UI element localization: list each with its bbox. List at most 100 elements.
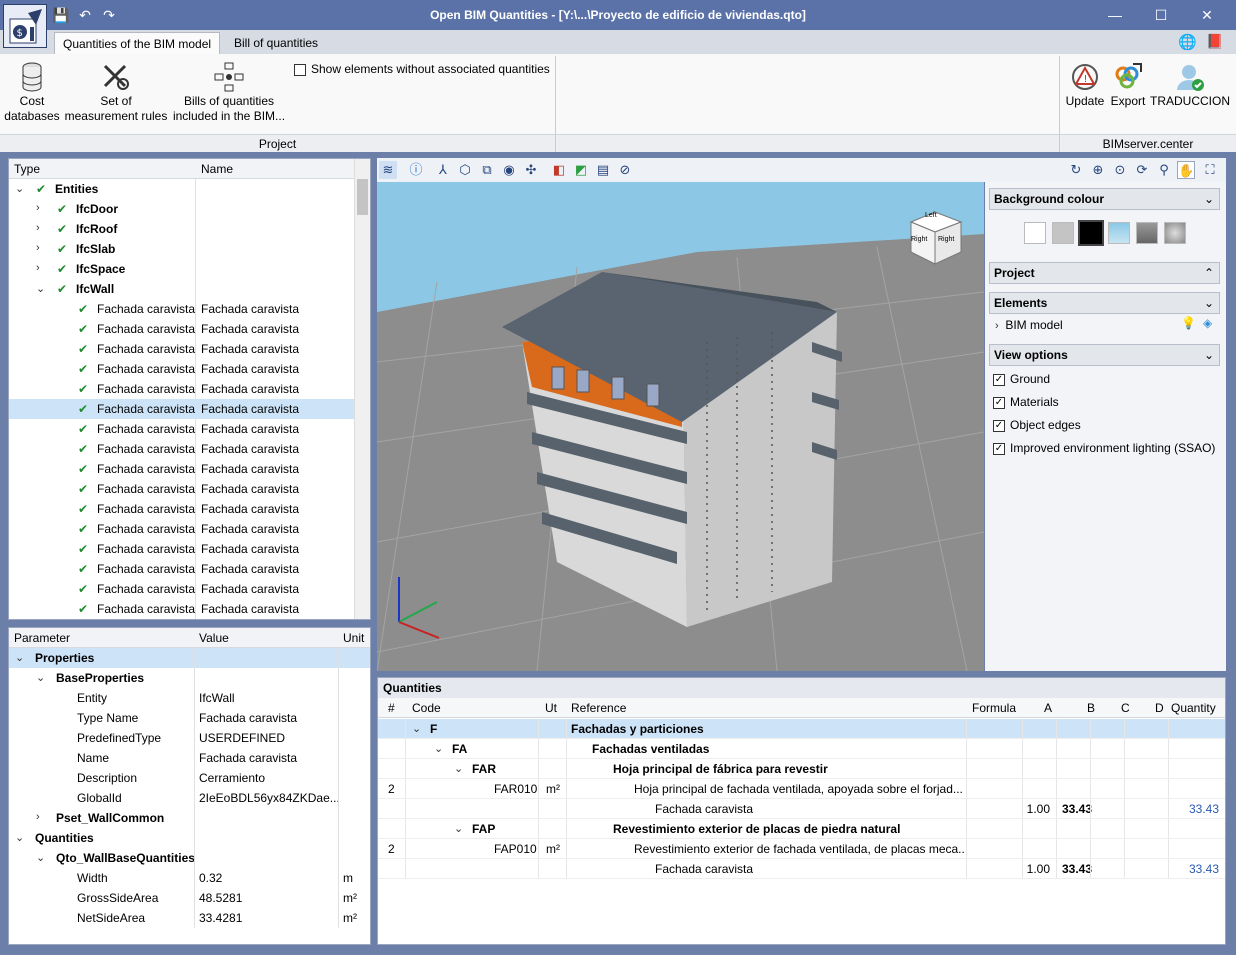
param-row[interactable]: Width 0.32 m bbox=[9, 868, 370, 888]
layers-icon[interactable]: ≋ bbox=[379, 161, 397, 179]
chevron-right-icon[interactable]: › bbox=[36, 262, 40, 274]
check-icon[interactable]: ✔ bbox=[78, 302, 88, 316]
check-icon[interactable]: ✔ bbox=[57, 242, 67, 256]
zoom-extents-icon[interactable]: ⊕ bbox=[1089, 161, 1107, 179]
tree-row[interactable]: ✔ Fachada caravista Fachada caravista bbox=[9, 419, 354, 439]
chevron-down-icon[interactable]: ⌄ bbox=[454, 762, 463, 775]
column-header-unit[interactable]: Unit bbox=[343, 631, 364, 645]
cube-icon[interactable]: ⬡ bbox=[456, 161, 474, 179]
view-option-checkbox[interactable]: ✓ Materials bbox=[993, 395, 1059, 409]
quantity-row[interactable]: ⌄ FA Fachadas ventiladas bbox=[378, 739, 1225, 759]
col-reference[interactable]: Reference bbox=[571, 701, 626, 715]
info-icon[interactable]: ⓘ bbox=[407, 161, 425, 179]
col-ut[interactable]: Ut bbox=[545, 701, 557, 715]
col-b[interactable]: B bbox=[1087, 701, 1095, 715]
tree-row[interactable]: ✔ Fachada caravista Fachada caravista bbox=[9, 399, 354, 419]
col-code[interactable]: Code bbox=[412, 701, 441, 715]
check-icon[interactable]: ✔ bbox=[36, 182, 46, 196]
zoom-window-icon[interactable]: ⊙ bbox=[1111, 161, 1129, 179]
cube-icon[interactable]: ◈ bbox=[1203, 316, 1212, 330]
globe-icon[interactable]: 🌐 bbox=[1178, 33, 1197, 51]
bg-colour-header[interactable]: Background colour ⌄ bbox=[989, 188, 1220, 210]
traduccion-button[interactable]: TRADUCCION bbox=[1150, 60, 1230, 109]
quantity-row[interactable]: Fachada caravista 1.00 33.43 33.43 bbox=[378, 859, 1225, 879]
quantity-row[interactable]: 2 FAR010 m² Hoja principal de fachada venti… bbox=[378, 779, 1225, 799]
measurement-rules-button[interactable]: Set of measurement rules bbox=[64, 60, 168, 124]
eye-icon[interactable]: ◉ bbox=[500, 161, 518, 179]
col-c[interactable]: C bbox=[1121, 701, 1130, 715]
check-icon[interactable]: ✔ bbox=[78, 462, 88, 476]
chevron-down-icon[interactable]: ⌄ bbox=[15, 651, 24, 664]
chevron-down-icon[interactable]: ⌄ bbox=[15, 831, 24, 844]
param-row[interactable]: ⌄ Quantities bbox=[9, 828, 370, 848]
project-header[interactable]: Project ⌃ bbox=[989, 262, 1220, 284]
tree-row[interactable]: › ✔ IfcDoor bbox=[9, 199, 354, 219]
save-icon[interactable]: 💾 bbox=[52, 6, 70, 24]
view-cube[interactable]: Left Right Right bbox=[907, 210, 963, 265]
param-row[interactable]: Description Cerramiento bbox=[9, 768, 370, 788]
col-quantity[interactable]: Quantity bbox=[1171, 701, 1216, 715]
elements-header[interactable]: Elements ⌄ bbox=[989, 292, 1220, 314]
tree-scrollbar[interactable] bbox=[354, 159, 370, 619]
checkbox-checked[interactable]: ✓ bbox=[993, 442, 1005, 455]
param-row[interactable]: Type Name Fachada caravista bbox=[9, 708, 370, 728]
axes-icon[interactable]: ⅄ bbox=[434, 161, 452, 179]
tab-bill-of-quantities[interactable]: Bill of quantities bbox=[226, 32, 326, 54]
param-row[interactable]: Entity IfcWall bbox=[9, 688, 370, 708]
chevron-down-icon[interactable]: ⌄ bbox=[15, 182, 24, 195]
check-icon[interactable]: ✔ bbox=[57, 262, 67, 276]
section-icon[interactable]: ◧ bbox=[550, 161, 568, 179]
refresh-icon[interactable]: ⟳ bbox=[1133, 161, 1151, 179]
box-icon[interactable]: ⧉ bbox=[478, 161, 496, 179]
tree-row[interactable]: › ✔ IfcSlab bbox=[9, 239, 354, 259]
chevron-right-icon[interactable]: › bbox=[36, 202, 40, 214]
check-icon[interactable]: ✔ bbox=[78, 402, 88, 416]
swatch-white[interactable] bbox=[1024, 222, 1046, 244]
chevron-down-icon[interactable]: ⌄ bbox=[434, 742, 443, 755]
checkbox-checked[interactable]: ✓ bbox=[993, 419, 1005, 432]
swatch-sky[interactable] bbox=[1108, 222, 1130, 244]
show-elements-checkbox[interactable]: Show elements without associated quantit… bbox=[294, 62, 550, 76]
tree-row[interactable]: ✔ Fachada caravista Fachada caravista bbox=[9, 339, 354, 359]
param-row[interactable]: GlobalId 2IeEoBDL56yx84ZKDae... bbox=[9, 788, 370, 808]
maximize-button[interactable]: ☐ bbox=[1138, 0, 1184, 30]
param-row[interactable]: GrossSideArea 48.5281 m² bbox=[9, 888, 370, 908]
chevron-down-icon[interactable]: ⌄ bbox=[36, 282, 45, 295]
param-row[interactable]: Name Fachada caravista bbox=[9, 748, 370, 768]
tree-row[interactable]: ✔ Fachada caravista Fachada caravista bbox=[9, 479, 354, 499]
check-icon[interactable]: ✔ bbox=[78, 522, 88, 536]
column-header-value[interactable]: Value bbox=[199, 631, 229, 645]
check-icon[interactable]: ✔ bbox=[78, 502, 88, 516]
view-option-checkbox[interactable]: ✓ Ground bbox=[993, 372, 1050, 386]
scrollbar-thumb[interactable] bbox=[357, 179, 368, 215]
tree-row[interactable]: ✔ Fachada caravista Fachada caravista bbox=[9, 319, 354, 339]
check-icon[interactable]: ✔ bbox=[57, 202, 67, 216]
checkbox-checked[interactable]: ✓ bbox=[993, 396, 1005, 409]
quantity-cell[interactable]: 33.43 bbox=[1189, 802, 1219, 816]
check-icon[interactable]: ✔ bbox=[78, 322, 88, 336]
zoom-icon[interactable]: ⚲ bbox=[1155, 161, 1173, 179]
check-icon[interactable]: ✔ bbox=[78, 562, 88, 576]
checkbox-box[interactable] bbox=[294, 63, 306, 76]
pan-hand-icon[interactable]: ✋ bbox=[1177, 161, 1195, 179]
quantity-row[interactable]: ⌄ F Fachadas y particiones bbox=[378, 719, 1225, 739]
tree-row[interactable]: ✔ Fachada caravista Fachada caravista bbox=[9, 459, 354, 479]
view-options-header[interactable]: View options ⌄ bbox=[989, 344, 1220, 366]
param-row[interactable]: ⌄ Properties bbox=[9, 648, 370, 668]
tree-row[interactable]: ✔ Fachada caravista Fachada caravista bbox=[9, 599, 354, 619]
plane-icon[interactable]: ◩ bbox=[572, 161, 590, 179]
param-row[interactable]: ⌄ BaseProperties bbox=[9, 668, 370, 688]
col-d[interactable]: D bbox=[1155, 701, 1164, 715]
tree-row[interactable]: ✔ Fachada caravista Fachada caravista bbox=[9, 539, 354, 559]
tree-row[interactable]: ⌄ ✔ IfcWall bbox=[9, 279, 354, 299]
chevron-down-icon[interactable]: ⌄ bbox=[36, 851, 45, 864]
check-icon[interactable]: ✔ bbox=[78, 582, 88, 596]
check-icon[interactable]: ✔ bbox=[57, 282, 67, 296]
chevron-down-icon[interactable]: ⌄ bbox=[454, 822, 463, 835]
check-icon[interactable]: ✔ bbox=[78, 382, 88, 396]
tree-row[interactable]: ✔ Fachada caravista Fachada caravista bbox=[9, 299, 354, 319]
check-icon[interactable]: ✔ bbox=[78, 362, 88, 376]
check-icon[interactable]: ✔ bbox=[57, 222, 67, 236]
quantity-cell[interactable]: 33.43 bbox=[1189, 862, 1219, 876]
tree-row[interactable]: ✔ Fachada caravista Fachada caravista bbox=[9, 439, 354, 459]
